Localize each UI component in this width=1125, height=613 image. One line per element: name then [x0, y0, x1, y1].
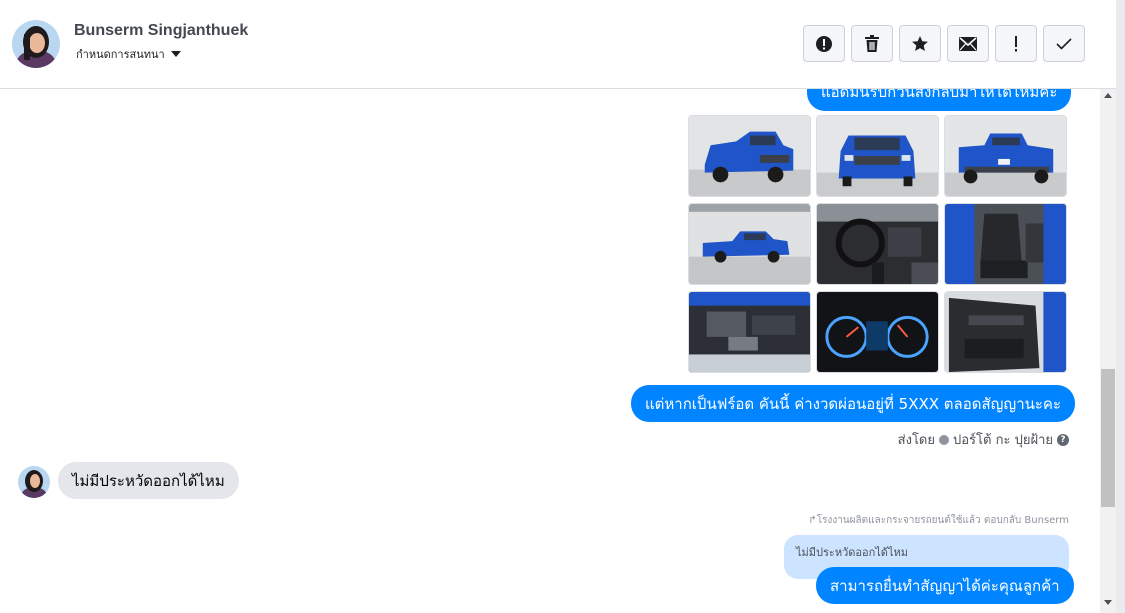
envelope-icon [959, 36, 977, 51]
outgoing-message-clipped: แอดมินรับกวันส่งกลับมาให้ได้ไหมคะ [807, 89, 1072, 111]
truck-dashboard-photo[interactable] [816, 203, 939, 285]
outgoing-message-installment: แต่หากเป็นฟร์อด คันนี้ ค่างวดผ่อนอยู่ที่… [631, 385, 1076, 422]
delete-button[interactable] [851, 25, 893, 62]
scrollbar-thumb[interactable] [1101, 369, 1115, 507]
scroll-up-arrow-icon[interactable] [1104, 93, 1112, 98]
checkmark-icon [1056, 37, 1072, 50]
truck-engine-photo[interactable] [688, 291, 811, 373]
truck-front-seats-photo[interactable] [944, 203, 1067, 285]
right-panel-edge [1116, 0, 1125, 613]
outgoing-message-reply: สามารถยื่นทำสัญญาได้ค่ะคุณลูกค้า [816, 567, 1074, 604]
mark-spam-button[interactable] [803, 25, 845, 62]
trash-icon [865, 34, 879, 52]
thread-scrollbar[interactable] [1100, 89, 1116, 613]
contact-avatar-small[interactable] [18, 466, 50, 498]
star-icon [912, 35, 928, 51]
incoming-message: ไม่มีประหวัดออกได้ไหม [58, 462, 239, 499]
scroll-down-arrow-icon[interactable] [1104, 600, 1112, 605]
alert-circle-icon [816, 35, 832, 52]
contact-name: Bunserm Singjanthuek [74, 22, 249, 39]
check-circle-icon [939, 434, 949, 445]
mark-done-button[interactable] [1043, 25, 1085, 62]
truck-rear-photo[interactable] [944, 115, 1067, 197]
caret-down-icon [170, 51, 181, 57]
sent-by-prefix: ส่งโดย [897, 433, 935, 448]
reply-metadata: ↱โรงงานผลิตและกระจายรถยนต์ใช้แล้ว ตอบกลั… [808, 515, 1069, 526]
conversation-label-dropdown[interactable]: กำหนดการสนทนา [76, 45, 181, 63]
help-icon[interactable]: ? [1057, 433, 1069, 446]
sent-by-info: ส่งโดย ปอร์โต้ กะ ปุยฝ้าย ? [898, 429, 1069, 450]
follow-up-button[interactable] [995, 25, 1037, 62]
truck-gauge-cluster-photo[interactable] [816, 291, 939, 373]
photo-attachment-grid [688, 115, 1069, 373]
sender-name: ปอร์โต้ กะ ปุยฝ้าย [953, 433, 1053, 448]
truck-door-panel-photo[interactable] [944, 291, 1067, 373]
mark-unread-button[interactable] [947, 25, 989, 62]
star-button[interactable] [899, 25, 941, 62]
truck-front-left-photo[interactable] [688, 115, 811, 197]
contact-avatar[interactable] [12, 20, 60, 68]
reply-arrow-icon: ↱ [808, 515, 817, 526]
label-picker-text: กำหนดการสนทนา [76, 48, 165, 61]
truck-front-photo[interactable] [816, 115, 939, 197]
header-actions [803, 25, 1085, 62]
exclamation-icon [1015, 35, 1017, 51]
truck-side-photo[interactable] [688, 203, 811, 285]
conversation-header: Bunserm Singjanthuek กำหนดการสนทนา [0, 0, 1116, 89]
message-thread[interactable]: แอดมินรับกวันส่งกลับมาให้ได้ไหมคะ แต่หาก… [0, 89, 1100, 613]
